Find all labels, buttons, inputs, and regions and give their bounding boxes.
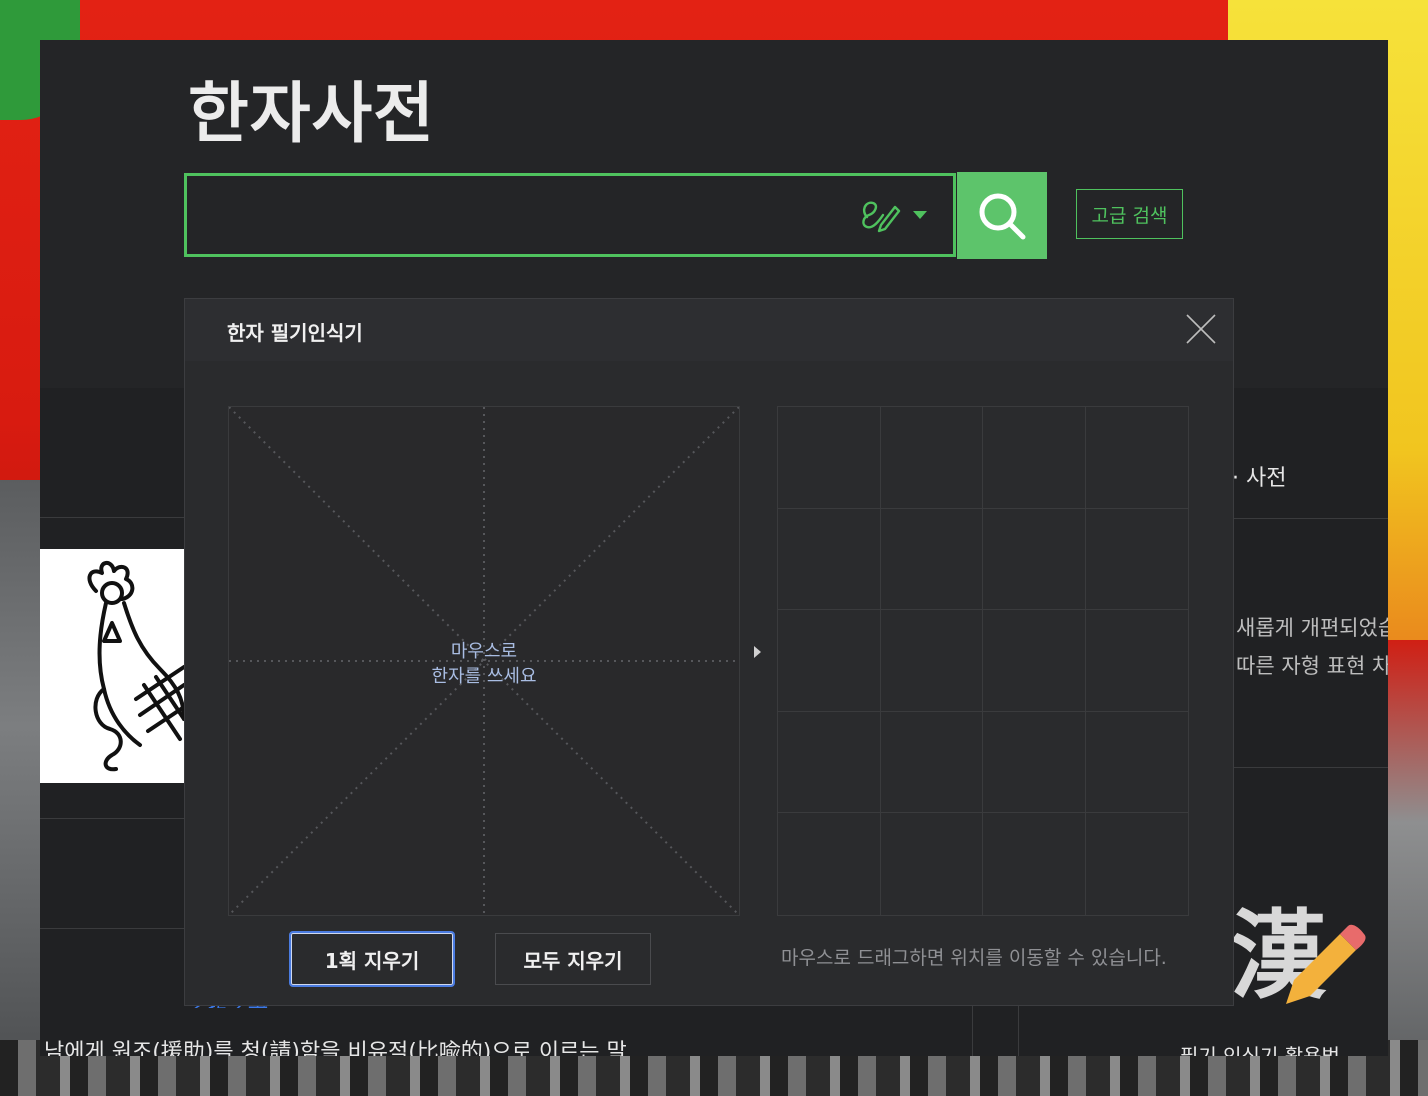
dictionary-window: 한자사전 고급 검색 · 사전 새롭게 개편되었습 따른 자형 표현 차 漢 남…: [40, 40, 1388, 1056]
panel-title: 한자 필기인식기: [227, 321, 363, 345]
divider: [1234, 767, 1388, 768]
candidate-cell[interactable]: [880, 711, 983, 814]
candidate-cell[interactable]: [983, 508, 1086, 611]
canvas-hint-line: 한자를 쓰세요: [431, 666, 537, 687]
search-input[interactable]: [187, 176, 827, 254]
advanced-search-button[interactable]: 고급 검색: [1076, 189, 1183, 239]
search-button[interactable]: [957, 172, 1047, 259]
caret-down-icon: [913, 211, 927, 219]
divider: [40, 517, 184, 518]
close-icon: [1186, 314, 1216, 344]
candidate-cell[interactable]: [983, 407, 1086, 509]
canvas-hint: 마우스로 한자를 쓰세요: [229, 639, 739, 689]
magnifier-icon: [979, 193, 1026, 239]
background-gray-pattern-right: [1388, 640, 1428, 1096]
candidate-cell[interactable]: [778, 711, 881, 814]
erase-one-stroke-button[interactable]: 1획 지우기: [289, 931, 455, 987]
erase-all-button[interactable]: 모두 지우기: [495, 933, 651, 985]
drag-hint-text: 마우스로 드래그하면 위치를 이동할 수 있습니다.: [781, 947, 1167, 969]
candidate-cell[interactable]: [881, 813, 983, 915]
caret-right-icon[interactable]: [754, 646, 761, 658]
entry-definition: 남에게 원조(援助)를 청(請)함을 비유적(比喩的)으로 이르는 말.: [44, 1040, 634, 1056]
candidate-cell[interactable]: [983, 813, 1086, 915]
right-section-heading: · 사전: [1232, 466, 1287, 491]
candidate-cell[interactable]: [1085, 509, 1188, 611]
candidate-cell[interactable]: [1085, 610, 1188, 712]
divider-vertical: [972, 1000, 973, 1056]
background-gray-pattern-left: [0, 480, 40, 1096]
search-box: [184, 173, 956, 257]
divider: [1234, 518, 1388, 519]
canvas-hint-line: 마우스로: [450, 641, 518, 662]
candidate-cell[interactable]: [778, 610, 881, 712]
candidate-cell[interactable]: [1085, 407, 1188, 509]
pencil-icon: [1286, 924, 1366, 1004]
candidate-cell[interactable]: [983, 711, 1086, 814]
divider-vertical: [1018, 1000, 1019, 1056]
candidate-cell[interactable]: [778, 508, 881, 611]
candidate-cell[interactable]: [778, 407, 881, 509]
candidate-cell[interactable]: [880, 610, 983, 712]
close-button[interactable]: [1185, 313, 1217, 345]
handwriting-recognizer-panel: 한자 필기인식기 마우스로 한자를 쓰세요 1획 지우기 모두 지우기 마우스로…: [184, 298, 1234, 1006]
candidate-cell[interactable]: [1086, 813, 1189, 915]
handwriting-toggle-button[interactable]: [859, 194, 939, 236]
candidate-grid: [777, 406, 1189, 916]
handwriting-canvas[interactable]: 마우스로 한자를 쓰세요: [228, 406, 740, 916]
ancient-character-image: [40, 549, 184, 783]
candidate-cell[interactable]: [983, 610, 1086, 712]
right-section-text: 따른 자형 표현 차: [1236, 654, 1388, 678]
candidate-cell[interactable]: [1085, 712, 1188, 814]
candidate-cell[interactable]: [880, 407, 983, 509]
promo-caption[interactable]: 필기 인식기 활용법: [1180, 1040, 1340, 1056]
panel-header[interactable]: 한자 필기인식기: [185, 299, 1233, 361]
divider: [40, 928, 184, 929]
handwriting-pen-icon: [862, 201, 901, 233]
candidate-cell[interactable]: [880, 508, 983, 611]
divider: [40, 818, 184, 819]
page-title: 한자사전: [188, 75, 435, 152]
candidate-cell[interactable]: [778, 813, 881, 915]
right-section-text: 새롭게 개편되었습: [1236, 616, 1388, 640]
